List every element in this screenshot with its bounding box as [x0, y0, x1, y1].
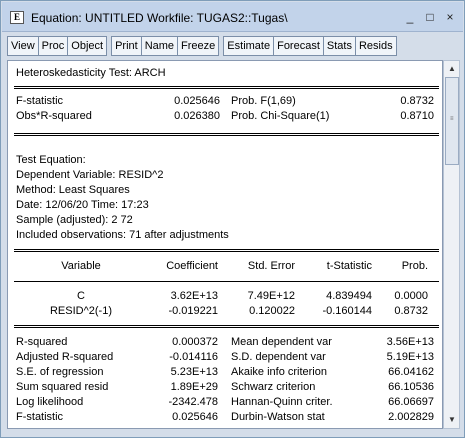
- equation-info-line: Method: Least Squares: [16, 184, 130, 196]
- t-stat-value: 4.839494: [326, 290, 372, 302]
- object-button[interactable]: Object: [68, 37, 106, 55]
- stat-label: Akaike info criterion: [231, 366, 327, 378]
- stat-label: R-squared: [16, 336, 68, 348]
- minimize-button[interactable]: _: [403, 10, 417, 24]
- test-value: 0.025646: [174, 95, 220, 107]
- toolbar: View Proc Object Print Name Freeze Estimate F…: [7, 36, 401, 56]
- prob-value: 0.8732: [394, 305, 428, 317]
- stat-value: 3.56E+13: [386, 336, 434, 348]
- divider: [14, 249, 439, 252]
- test-prob-value: 0.8732: [400, 95, 434, 107]
- equation-info-line: Test Equation:: [16, 154, 86, 166]
- toolbar-group-output: Print Name Freeze: [111, 36, 220, 56]
- coef-variable: RESID^2(-1): [49, 305, 112, 317]
- stat-label: F-statistic: [16, 411, 64, 423]
- estimate-button[interactable]: Estimate: [224, 37, 275, 55]
- stat-value: 2.002829: [388, 411, 434, 423]
- resids-button[interactable]: Resids: [356, 37, 396, 55]
- equation-info-line: Sample (adjusted): 2 72: [16, 214, 133, 226]
- stat-label: S.D. dependent var: [231, 351, 326, 363]
- divider: [14, 133, 439, 136]
- freeze-button[interactable]: Freeze: [178, 37, 218, 55]
- test-prob-label: Prob. F(1,69): [231, 95, 296, 107]
- t-stat-value: -0.160144: [322, 305, 372, 317]
- proc-button[interactable]: Proc: [39, 37, 69, 55]
- stat-value: 5.23E+13: [170, 366, 218, 378]
- stat-value: 0.025646: [172, 411, 218, 423]
- stat-value: 1.89E+29: [170, 381, 218, 393]
- name-button[interactable]: Name: [142, 37, 179, 55]
- view-button[interactable]: View: [8, 37, 39, 55]
- coef-value: 3.62E+13: [170, 290, 218, 302]
- test-prob-label: Prob. Chi-Square(1): [231, 110, 330, 122]
- title-bar[interactable]: E Equation: UNTITLED Workfile: TUGAS2::T…: [2, 2, 463, 32]
- equation-window: E Equation: UNTITLED Workfile: TUGAS2::T…: [0, 0, 465, 438]
- stats-button[interactable]: Stats: [324, 37, 356, 55]
- coef-variable: C: [77, 290, 85, 302]
- print-button[interactable]: Print: [112, 37, 142, 55]
- test-value: 0.026380: [174, 110, 220, 122]
- column-header: Coefficient: [166, 260, 218, 272]
- equation-info-line: Date: 12/06/20 Time: 17:23: [16, 199, 149, 211]
- equation-icon: E: [10, 11, 24, 24]
- window-title: Equation: UNTITLED Workfile: TUGAS2::Tug…: [31, 11, 288, 25]
- stat-value: 5.19E+13: [386, 351, 434, 363]
- stat-value: 66.10536: [388, 381, 434, 393]
- test-header: Heteroskedasticity Test: ARCH: [16, 67, 166, 79]
- stat-value: 66.04162: [388, 366, 434, 378]
- vertical-scrollbar[interactable]: ▲ ≡ ▼: [443, 60, 460, 429]
- stat-label: Durbin-Watson stat: [231, 411, 325, 423]
- equation-info-line: Dependent Variable: RESID^2: [16, 169, 164, 181]
- stat-label: Sum squared resid: [16, 381, 109, 393]
- stat-value: 0.000372: [172, 336, 218, 348]
- stat-value: -0.014116: [169, 351, 218, 363]
- scroll-down-icon[interactable]: ▼: [445, 413, 459, 427]
- stat-label: S.E. of regression: [16, 366, 104, 378]
- std-error-value: 0.120022: [249, 305, 295, 317]
- grip-icon: ≡: [450, 116, 454, 122]
- stat-label: Mean dependent var: [231, 336, 332, 348]
- std-error-value: 7.49E+12: [247, 290, 295, 302]
- toolbar-group-equation: Estimate Forecast Stats Resids: [223, 36, 397, 56]
- prob-value: 0.0000: [394, 290, 428, 302]
- test-label: Obs*R-squared: [16, 110, 92, 122]
- test-prob-value: 0.8710: [400, 110, 434, 122]
- maximize-button[interactable]: □: [423, 10, 437, 24]
- column-header: Variable: [61, 260, 101, 272]
- output-pane[interactable]: Heteroskedasticity Test: ARCH F-statisti…: [7, 60, 443, 429]
- forecast-button[interactable]: Forecast: [274, 37, 324, 55]
- scroll-up-icon[interactable]: ▲: [445, 62, 459, 76]
- column-header: t-Statistic: [326, 260, 372, 272]
- column-header: Prob.: [401, 260, 428, 272]
- stat-label: Hannan-Quinn criter.: [231, 396, 333, 408]
- column-header: Std. Error: [247, 260, 295, 272]
- stat-label: Adjusted R-squared: [16, 351, 114, 363]
- coef-value: -0.019221: [168, 305, 218, 317]
- toolbar-group-object: View Proc Object: [7, 36, 108, 56]
- stat-value: -2342.478: [168, 396, 218, 408]
- stat-label: Log likelihood: [16, 396, 84, 408]
- divider: [14, 325, 439, 328]
- stat-value: 66.06697: [388, 396, 434, 408]
- test-label: F-statistic: [16, 95, 64, 107]
- stat-label: Schwarz criterion: [231, 381, 316, 393]
- scrollbar-thumb[interactable]: ≡: [445, 77, 459, 165]
- close-button[interactable]: ×: [443, 10, 457, 24]
- divider: [14, 86, 439, 89]
- divider: [14, 281, 439, 282]
- equation-info-line: Included observations: 71 after adjustme…: [16, 229, 229, 241]
